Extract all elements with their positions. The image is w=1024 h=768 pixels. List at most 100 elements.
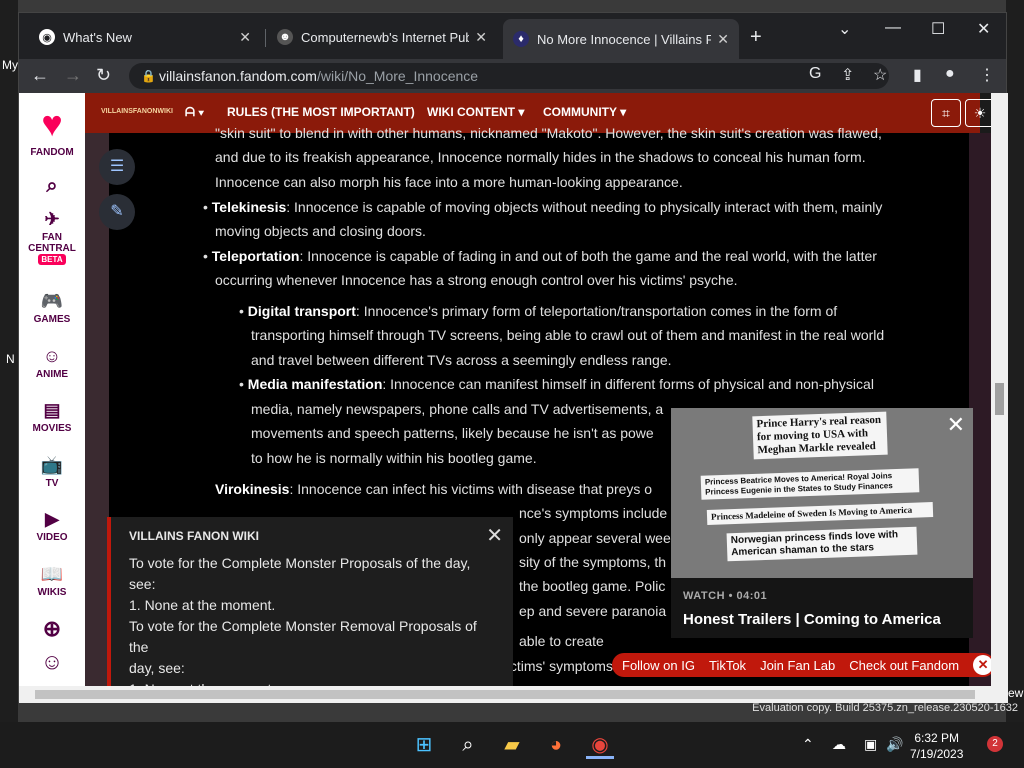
horizontal-scrollbar[interactable]	[19, 686, 991, 703]
tiktok-link[interactable]: TikTok	[709, 658, 746, 673]
article-text: movements and speech patterns, likely be…	[251, 425, 654, 441]
scrollbar-thumb[interactable]	[995, 383, 1004, 415]
video-thumbnail[interactable]: Prince Harry's real reason for moving to…	[671, 408, 973, 578]
notice-line: day, see:	[129, 660, 185, 676]
video-player[interactable]: Prince Harry's real reason for moving to…	[671, 408, 973, 638]
site-favicon-icon: ☻	[277, 29, 293, 45]
rail-create[interactable]: ⊕	[19, 616, 85, 644]
tab-title: Computernewb's Internet Pub H	[301, 29, 470, 45]
rail-games[interactable]: 🎮 GAMES	[19, 291, 85, 325]
side-panel-icon[interactable]: ▮	[913, 65, 922, 85]
rail-label: VIDEO	[36, 532, 68, 543]
menu-rules[interactable]: RULES (THE MOST IMPORTANT)	[227, 105, 415, 119]
fandom-logo[interactable]: ♥ FANDOM	[19, 103, 85, 158]
tab-title: No More Innocence | Villains Far	[537, 31, 712, 47]
search-icon[interactable]: ⌕	[454, 731, 482, 759]
system-clock[interactable]: 6:32 PM 7/19/2023	[910, 730, 963, 762]
fandom-favicon-icon: ♦	[513, 31, 529, 47]
rail-movies[interactable]: ▤ MOVIES	[19, 400, 85, 434]
minimize-icon[interactable]: —	[885, 19, 901, 37]
file-explorer-icon[interactable]: ▰	[498, 731, 526, 759]
scrollbar-thumb[interactable]	[35, 690, 975, 699]
maximize-icon[interactable]: ☐	[931, 19, 945, 39]
table-of-contents-icon[interactable]: ☰	[99, 149, 135, 185]
reload-icon[interactable]: ↻	[96, 65, 111, 86]
cloud-icon[interactable]: ☁	[832, 736, 846, 753]
volume-icon[interactable]: 🔊	[886, 736, 903, 753]
menu-wiki-content[interactable]: WIKI CONTENT ▾	[427, 105, 524, 119]
close-icon[interactable]: ✕	[486, 523, 503, 548]
desktop-icon-label[interactable]: My	[2, 58, 18, 72]
term-link[interactable]: Media manifestation	[248, 376, 383, 392]
follow-ig-link[interactable]: Follow on IG	[622, 658, 695, 673]
back-icon[interactable]: ←	[31, 65, 49, 86]
sitewide-notice: VILLAINS FANON WIKI To vote for the Comp…	[107, 517, 513, 703]
rail-video[interactable]: ▶ VIDEO	[19, 509, 85, 543]
rail-account[interactable]: ☺	[19, 649, 85, 677]
chrome-taskbar-icon[interactable]: ◉	[586, 731, 614, 759]
tab-title: What's New	[63, 29, 132, 45]
article-text: nce's symptoms include	[519, 505, 668, 521]
network-icon[interactable]: ▣	[864, 736, 877, 753]
wiki-logo[interactable]: VILLAINSFANONWIKI	[101, 108, 173, 115]
menu-kebab-icon[interactable]: ⋮	[979, 65, 995, 85]
term-link[interactable]: Virokinesis	[215, 481, 289, 497]
discussions-icon[interactable]: ⌗	[931, 99, 961, 127]
start-windows-icon[interactable]: ⊞	[410, 731, 438, 759]
close-window-icon[interactable]: ✕	[977, 19, 990, 39]
close-icon[interactable]: ✕	[947, 412, 965, 438]
article-text: : Innocence can infect his victims with …	[289, 481, 653, 497]
explore-menu[interactable]: ᗩ ▾	[185, 105, 204, 120]
video-title[interactable]: Honest Trailers | Coming to America	[683, 611, 941, 628]
close-icon[interactable]: ✕	[239, 29, 251, 46]
brand-label: FANDOM	[30, 147, 74, 158]
rail-label: ANIME	[35, 369, 69, 380]
vertical-scrollbar[interactable]	[991, 93, 1008, 703]
desktop-icon-label[interactable]: N	[6, 352, 15, 366]
play-icon: ▶	[45, 509, 59, 529]
lock-icon[interactable]: 🔒	[141, 63, 156, 89]
tab-whats-new[interactable]: ◉ What's New ✕	[29, 22, 261, 52]
close-icon[interactable]: ✕	[475, 29, 487, 46]
tab-computernewb[interactable]: ☻ Computernewb's Internet Pub H ✕	[267, 22, 497, 52]
rail-anime[interactable]: ☺ ANIME	[19, 346, 85, 380]
share-icon[interactable]: ⇪	[841, 65, 854, 85]
tab-search-icon[interactable]: ⌄	[838, 19, 851, 39]
book-icon: 📖	[40, 564, 64, 584]
show-hidden-icons-chevron-icon[interactable]: ⌃	[802, 736, 814, 753]
profile-icon[interactable]: ●	[945, 65, 955, 83]
rail-search[interactable]: ⌕	[19, 175, 85, 200]
rail-label: WIKIS	[37, 587, 67, 598]
article-text: and due to its freakish appearance, Inno…	[215, 149, 866, 165]
article-text: transporting himself through TV screens,…	[251, 327, 885, 343]
firefox-icon[interactable]: ◕	[542, 731, 570, 759]
notification-badge[interactable]: 2	[987, 736, 1003, 752]
check-out-fandom-link[interactable]: Check out Fandom	[849, 658, 959, 673]
term-link[interactable]: Digital transport	[248, 303, 356, 319]
plus-circle-icon: ⊕	[42, 616, 62, 641]
address-bar[interactable]: 🔒 villainsfanon.fandom.com/wiki/No_More_…	[129, 63, 889, 89]
article-text: able to create	[519, 633, 604, 649]
bookmark-star-icon[interactable]: ☆	[873, 65, 887, 85]
article-text: : Innocence is capable of moving objects…	[286, 199, 883, 215]
tv-icon: 📺	[40, 455, 64, 475]
new-tab-icon[interactable]: +	[750, 26, 762, 49]
join-fan-lab-link[interactable]: Join Fan Lab	[760, 658, 835, 673]
menu-community[interactable]: COMMUNITY ▾	[543, 105, 626, 119]
clock-date: 7/19/2023	[910, 747, 964, 761]
rail-fan-central[interactable]: ✈ FAN CENTRAL BETA	[19, 209, 85, 265]
rail-wikis[interactable]: 📖 WIKIS	[19, 564, 85, 598]
chrome-icon: ◉	[39, 29, 55, 45]
bullet-digital-transport: • Digital transport: Innocence's primary…	[239, 303, 838, 319]
fandom-global-nav: ♥ FANDOM ⌕ ✈ FAN CENTRAL BETA 🎮 GAMES ☺ …	[19, 93, 85, 703]
google-lens-icon[interactable]: G	[809, 65, 821, 83]
notice-line: To vote for the Complete Monster Removal…	[129, 618, 477, 655]
forward-icon[interactable]: →	[64, 65, 82, 86]
term-link[interactable]: Telekinesis	[212, 199, 286, 215]
edit-pencil-icon[interactable]: ✎	[99, 194, 135, 230]
tab-no-more-innocence[interactable]: ♦ No More Innocence | Villains Far ✕	[503, 19, 739, 59]
close-icon[interactable]: ✕	[717, 31, 729, 48]
anime-face-icon: ☺	[42, 346, 62, 366]
rail-tv[interactable]: 📺 TV	[19, 455, 85, 489]
term-link[interactable]: Teleportation	[212, 248, 300, 264]
